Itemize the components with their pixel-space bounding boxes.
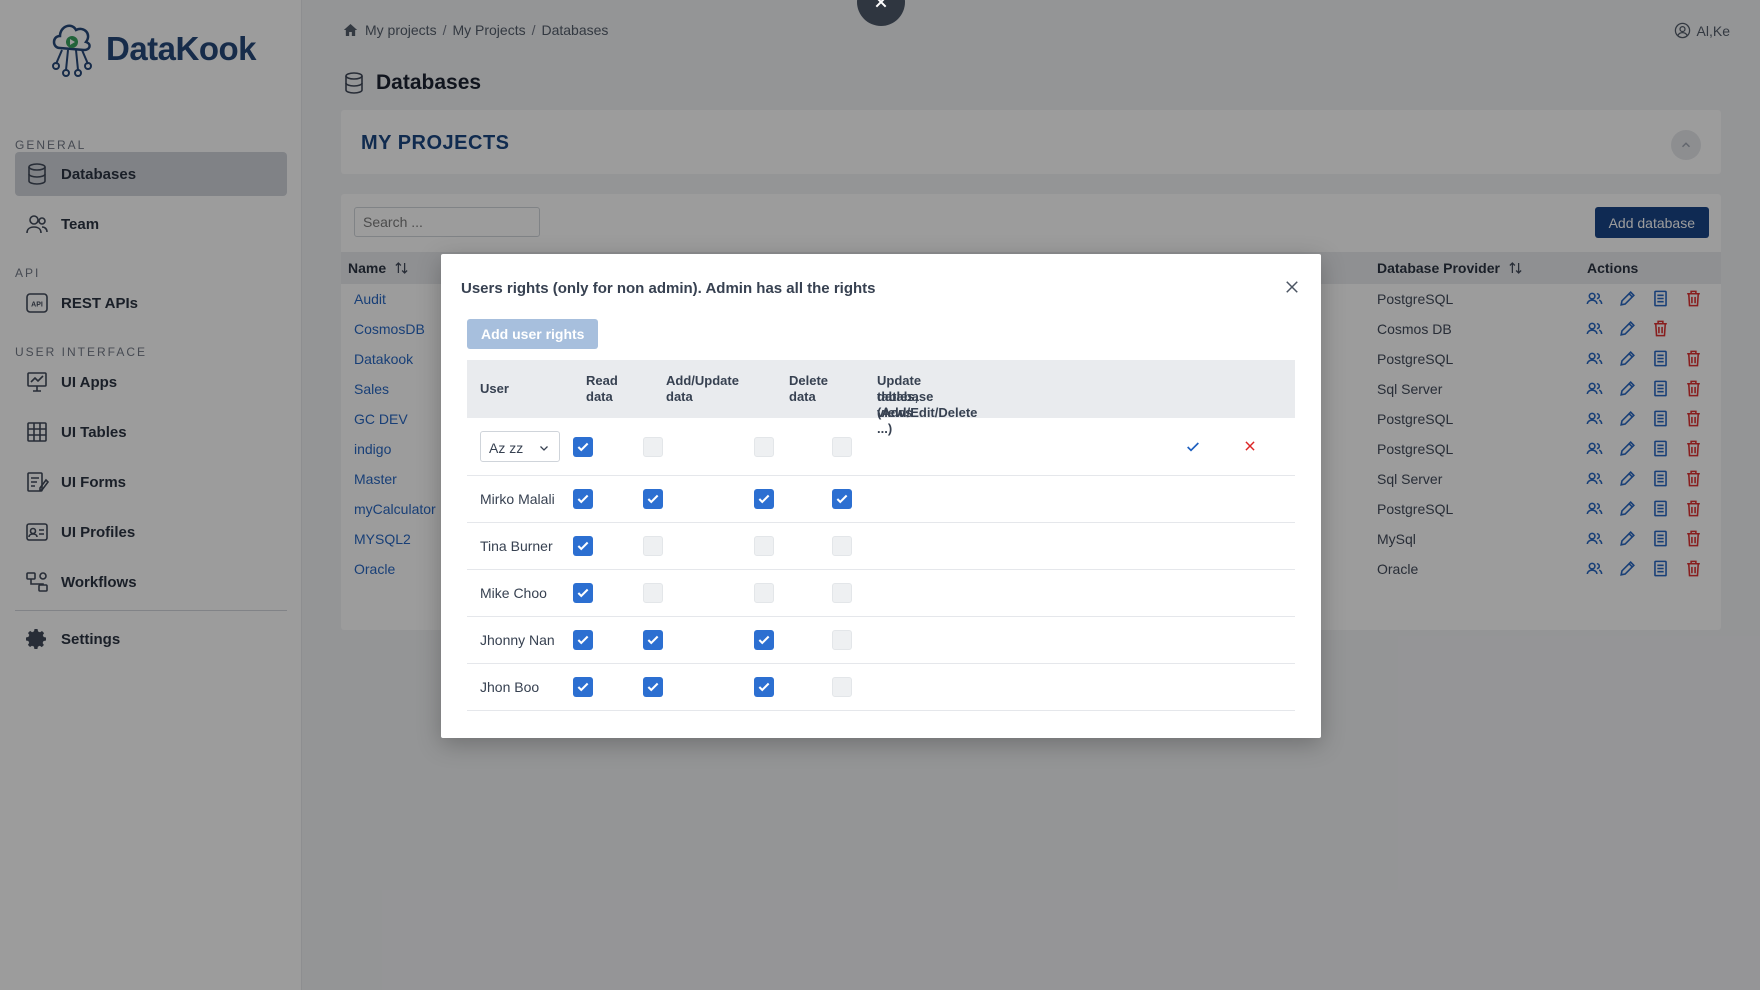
user-select[interactable]: Az zz — [480, 431, 560, 462]
column-label-line: data — [586, 389, 613, 404]
column-label-line: Read — [586, 373, 618, 388]
add-checkbox[interactable] — [643, 630, 663, 650]
checkmark-icon — [647, 494, 659, 504]
user-name: Tina Burner — [480, 538, 553, 554]
update-checkbox[interactable] — [832, 677, 852, 697]
column-label-line: data — [666, 389, 693, 404]
checkmark-icon — [758, 635, 770, 645]
column-header-user: User — [480, 381, 509, 396]
user-name: Jhonny Nan — [480, 632, 555, 648]
user-select-value: Az zz — [489, 440, 524, 456]
user-name: Mike Choo — [480, 585, 547, 601]
user-name: Jhon Boo — [480, 679, 540, 695]
checkmark-icon — [577, 588, 589, 598]
checkmark-icon — [577, 494, 589, 504]
column-label-line: Add/Update — [666, 373, 739, 388]
rights-row: Jhon Boo — [467, 664, 1295, 711]
rights-row: Tina Burner — [467, 523, 1295, 570]
checkmark-icon — [647, 682, 659, 692]
read-checkbox[interactable] — [573, 677, 593, 697]
update-checkbox[interactable] — [832, 489, 852, 509]
add-user-rights-button[interactable]: Add user rights — [467, 319, 599, 349]
delete-checkbox[interactable] — [754, 437, 774, 457]
add-checkbox[interactable] — [643, 489, 663, 509]
check-icon[interactable] — [1185, 439, 1201, 455]
delete-checkbox[interactable] — [754, 630, 774, 650]
close-icon — [875, 0, 887, 8]
add-checkbox[interactable] — [643, 536, 663, 556]
rights-row: Mirko Malali — [467, 476, 1295, 523]
read-checkbox[interactable] — [573, 536, 593, 556]
checkmark-icon — [577, 541, 589, 551]
column-label-line: Delete — [789, 373, 829, 388]
checkmark-icon — [577, 635, 589, 645]
read-checkbox[interactable] — [573, 489, 593, 509]
checkmark-icon — [647, 635, 659, 645]
checkmark-icon — [758, 682, 770, 692]
close-icon[interactable] — [1283, 278, 1301, 296]
delete-checkbox[interactable] — [754, 489, 774, 509]
read-checkbox[interactable] — [573, 437, 593, 457]
checkmark-icon — [577, 682, 589, 692]
rights-row: Jhonny Nan — [467, 617, 1295, 664]
read-checkbox[interactable] — [573, 583, 593, 603]
add-checkbox[interactable] — [643, 437, 663, 457]
delete-checkbox[interactable] — [754, 583, 774, 603]
checkmark-icon — [577, 442, 589, 452]
user-name: Mirko Malali — [480, 491, 555, 507]
checkmark-icon — [758, 494, 770, 504]
close-icon[interactable] — [1243, 439, 1257, 453]
rights-row: Mike Choo — [467, 570, 1295, 617]
user-rights-modal: Users rights (only for non admin). Admin… — [441, 254, 1321, 738]
chevron-down-icon — [540, 446, 548, 451]
modal-title: Users rights (only for non admin). Admin… — [461, 280, 876, 297]
rights-edit-row: Az zz — [467, 418, 1295, 476]
add-checkbox[interactable] — [643, 583, 663, 603]
update-checkbox[interactable] — [832, 630, 852, 650]
update-checkbox[interactable] — [832, 437, 852, 457]
update-checkbox[interactable] — [832, 583, 852, 603]
update-checkbox[interactable] — [832, 536, 852, 556]
add-checkbox[interactable] — [643, 677, 663, 697]
delete-checkbox[interactable] — [754, 677, 774, 697]
checkmark-icon — [836, 494, 848, 504]
read-checkbox[interactable] — [573, 630, 593, 650]
rights-table-header: User Read data Add/Update data Delete data … — [467, 360, 1295, 436]
column-label-line: data — [789, 389, 816, 404]
delete-checkbox[interactable] — [754, 536, 774, 556]
